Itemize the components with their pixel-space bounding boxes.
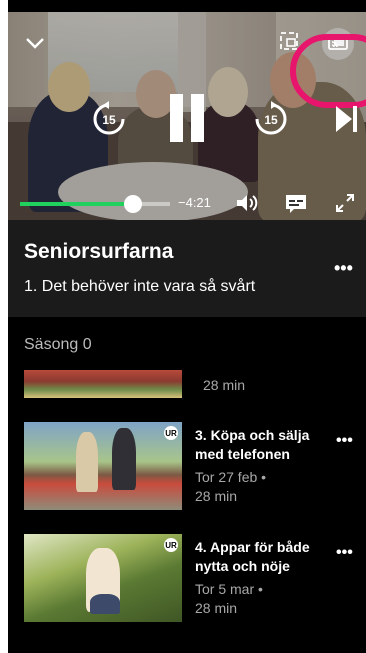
volume-button[interactable] <box>234 192 260 214</box>
highlight-circle <box>290 34 366 108</box>
episode-duration: 28 min <box>195 488 238 504</box>
subtitles-icon <box>286 195 306 213</box>
episode-thumbnail[interactable] <box>24 370 182 398</box>
progress-fill <box>20 202 133 206</box>
season-label: Säsong 0 <box>24 336 92 353</box>
ur-badge: UR <box>164 538 178 552</box>
episode-thumbnail[interactable]: UR <box>24 422 182 510</box>
skip-next-button[interactable] <box>332 102 360 136</box>
more-options-icon[interactable]: ••• <box>336 432 353 450</box>
forward-15-button[interactable]: 15 <box>252 100 290 138</box>
episode-date: Tor 27 feb • <box>195 469 267 485</box>
episode-duration: 28 min <box>203 377 246 393</box>
app-screen: 15 15 −4:21 Seniorsurfarna 1. Det behöve… <box>8 0 366 653</box>
episode-title[interactable]: 4. Appar för både nytta och nöje <box>195 538 325 576</box>
program-info: Seniorsurfarna 1. Det behöver inte vara … <box>8 220 366 317</box>
more-options-icon[interactable]: ••• <box>336 544 353 562</box>
episode-title[interactable]: 3. Köpa och sälja med telefonen <box>195 426 325 464</box>
rewind-15-icon: 15 <box>93 101 125 135</box>
episode-date: Tor 5 mar • <box>195 581 263 597</box>
list-item[interactable]: UR 3. Köpa och sälja med telefonen Tor 2… <box>8 422 366 514</box>
skip-next-icon <box>336 106 357 132</box>
episode-duration: 28 min <box>195 600 238 616</box>
fullscreen-button[interactable] <box>334 192 356 214</box>
pause-button[interactable] <box>165 92 209 144</box>
subtitles-button[interactable] <box>284 193 308 215</box>
progress-bar[interactable] <box>20 195 170 213</box>
rewind-15-button[interactable]: 15 <box>90 100 128 138</box>
volume-icon <box>237 195 258 211</box>
forward-seconds-label: 15 <box>264 113 278 127</box>
ur-badge: UR <box>164 426 178 440</box>
pause-icon <box>170 94 183 142</box>
video-player[interactable]: 15 15 −4:21 <box>8 12 366 220</box>
program-title: Seniorsurfarna <box>24 240 174 263</box>
episode-title: 1. Det behöver inte vara så svårt <box>24 278 256 295</box>
forward-15-icon: 15 <box>255 101 287 135</box>
episode-thumbnail[interactable]: UR <box>24 534 182 622</box>
more-options-icon[interactable]: ••• <box>334 258 353 279</box>
progress-handle[interactable] <box>123 195 142 213</box>
chevron-down-icon[interactable] <box>24 32 46 54</box>
fullscreen-icon <box>336 194 354 212</box>
list-item[interactable]: UR 4. Appar för både nytta och nöje Tor … <box>8 534 366 626</box>
rewind-seconds-label: 15 <box>102 113 116 127</box>
time-remaining: −4:21 <box>178 195 211 210</box>
